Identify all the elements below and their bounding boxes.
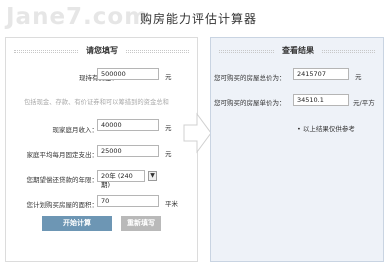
area-input[interactable] — [97, 195, 159, 207]
area-label: 您计划购买房屋的面积： — [26, 201, 99, 209]
expense-input[interactable] — [97, 145, 159, 157]
total-price-label: 您可购买的房屋总价为： — [214, 74, 286, 82]
expense-label: 家庭平均每月固定支出： — [26, 151, 99, 159]
area-unit: 平米 — [165, 200, 178, 208]
arrow-right-icon — [183, 112, 212, 154]
chevron-down-icon[interactable]: ▼ — [148, 171, 157, 181]
header-rule-left — [219, 50, 274, 53]
result-panel-title: 查看结果 — [282, 46, 314, 55]
input-panel-header: 请您填写 — [14, 45, 189, 57]
page-title: 购房能力评估计算器 — [140, 12, 258, 26]
income-label: 现家庭月收入： — [52, 126, 99, 134]
unit-price-label: 您可购买的房屋单价为： — [214, 99, 286, 107]
unit-price-unit: 元/平方 — [353, 99, 375, 107]
disclaimer-note: • 以上结果仅供参考 — [297, 125, 355, 133]
unit-price-output[interactable] — [293, 94, 349, 106]
term-label: 您期望偿还贷款的年限： — [26, 176, 99, 184]
income-input[interactable] — [97, 119, 159, 131]
header-rule-right — [322, 50, 375, 53]
header-rule-left — [14, 50, 78, 53]
income-unit: 元 — [165, 124, 172, 132]
expense-unit: 元 — [165, 150, 172, 158]
total-price-unit: 元 — [355, 73, 362, 81]
term-select[interactable]: 20年 (240期) — [97, 170, 145, 189]
header-rule-right — [126, 50, 189, 53]
input-panel-title: 请您填写 — [86, 46, 118, 55]
total-price-output[interactable] — [293, 68, 349, 80]
site-watermark: Jane7.com — [6, 4, 150, 30]
funds-hint: 包括现金、存款、有价证券和可以筹措到的资金总和 — [24, 99, 169, 106]
calculate-button[interactable]: 开始计算 — [42, 216, 112, 231]
result-panel-header: 查看结果 — [219, 45, 375, 57]
funds-input[interactable] — [97, 68, 159, 80]
funds-unit: 元 — [165, 73, 172, 81]
reset-button[interactable]: 重新填写 — [121, 216, 161, 231]
